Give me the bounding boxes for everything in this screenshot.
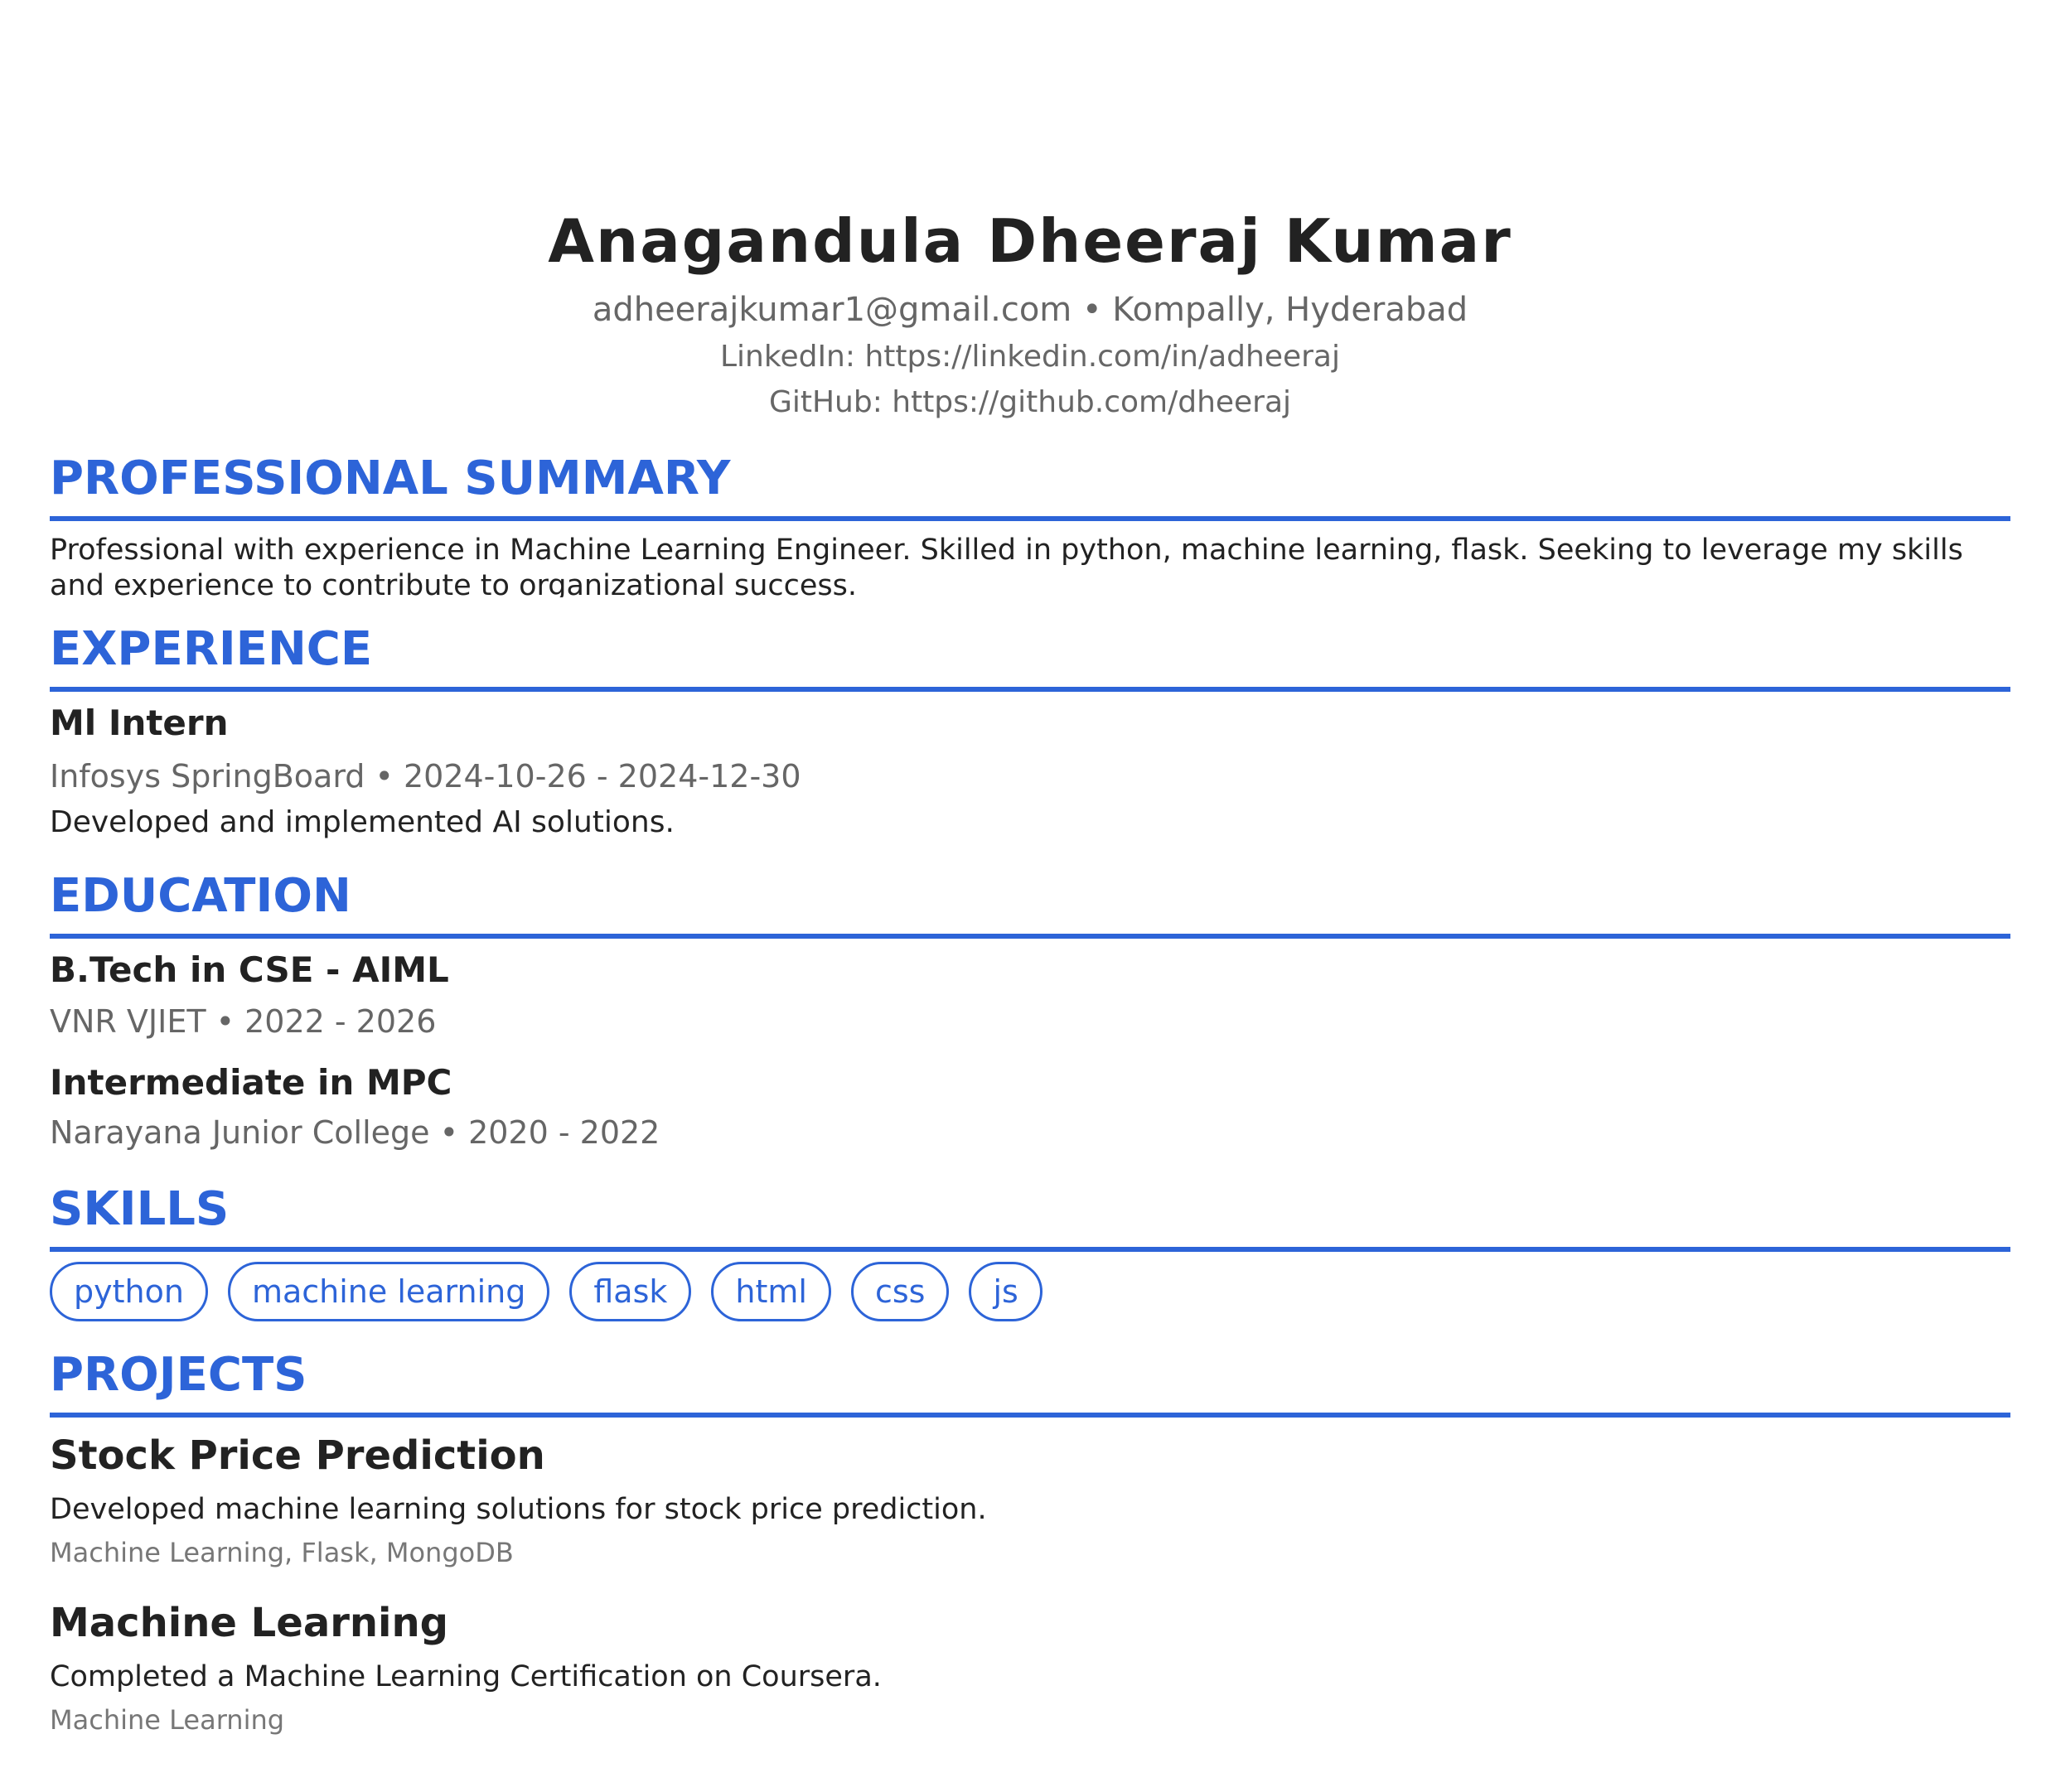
- education-degree: Intermediate in MPC: [50, 1062, 452, 1103]
- section-title-projects: PROJECTS: [50, 1346, 2010, 1418]
- education-degree: B.Tech in CSE - AIML: [50, 949, 449, 990]
- projects-section: PROJECTS Stock Price Prediction Develope…: [50, 1346, 2010, 1739]
- skill-tag: machine learning: [227, 1262, 550, 1321]
- skill-tags: python machine learning flask html css j…: [50, 1262, 2010, 1321]
- candidate-name: Anagandula Dheeraj Kumar: [548, 206, 1512, 276]
- resume-header: Anagandula Dheeraj Kumar adheerajkumar1@…: [50, 0, 2010, 425]
- skill-tag: css: [850, 1262, 950, 1321]
- github-link[interactable]: GitHub: https://github.com/dheeraj: [50, 379, 2010, 425]
- project-description: Completed a Machine Learning Certificati…: [50, 1660, 882, 1693]
- section-title-education: EDUCATION: [50, 867, 2010, 939]
- section-title-summary: PROFESSIONAL SUMMARY: [50, 450, 2010, 521]
- summary-section: PROFESSIONAL SUMMARY Professional with e…: [50, 450, 2010, 597]
- project-tech: Machine Learning, Flask, MongoDB: [50, 1537, 514, 1568]
- skill-tag: html: [711, 1262, 831, 1321]
- section-title-experience: EXPERIENCE: [50, 621, 2010, 692]
- skill-tag: flask: [569, 1262, 692, 1321]
- project-description: Developed machine learning solutions for…: [50, 1493, 987, 1526]
- section-title-skills: SKILLS: [50, 1181, 2010, 1252]
- project-name: Machine Learning: [50, 1600, 449, 1646]
- contact-info: adheerajkumar1@gmail.com • Kompally, Hyd…: [592, 291, 1468, 329]
- experience-section: EXPERIENCE Ml Intern Infosys SpringBoard…: [50, 621, 2010, 843]
- project-name: Stock Price Prediction: [50, 1432, 545, 1479]
- education-section: EDUCATION B.Tech in CSE - AIML VNR VJIET…: [50, 867, 2010, 1156]
- experience-meta: Infosys SpringBoard • 2024-10-26 - 2024-…: [50, 758, 801, 795]
- resume-page: Anagandula Dheeraj Kumar adheerajkumar1@…: [50, 0, 2010, 1739]
- experience-item: Ml Intern Infosys SpringBoard • 2024-10-…: [50, 700, 2010, 843]
- project-tech: Machine Learning: [50, 1704, 285, 1736]
- education-item: Intermediate in MPC Narayana Junior Coll…: [50, 1060, 2010, 1156]
- education-meta: VNR VJIET • 2022 - 2026: [50, 1003, 437, 1040]
- skill-tag: js: [969, 1262, 1043, 1321]
- skill-tag: python: [50, 1262, 208, 1321]
- linkedin-link[interactable]: LinkedIn: https://linkedin.com/in/adheer…: [50, 334, 2010, 379]
- project-item: Stock Price Prediction Developed machine…: [50, 1429, 2010, 1572]
- education-item: B.Tech in CSE - AIML VNR VJIET • 2022 - …: [50, 947, 2010, 1045]
- summary-text: Professional with experience in Machine …: [50, 534, 1963, 597]
- project-item: Machine Learning Completed a Machine Lea…: [50, 1596, 2010, 1739]
- skills-section: SKILLS python machine learning flask htm…: [50, 1181, 2010, 1321]
- experience-description: Developed and implemented AI solutions.: [50, 805, 675, 839]
- experience-role: Ml Intern: [50, 703, 229, 743]
- education-meta: Narayana Junior College • 2020 - 2022: [50, 1114, 660, 1151]
